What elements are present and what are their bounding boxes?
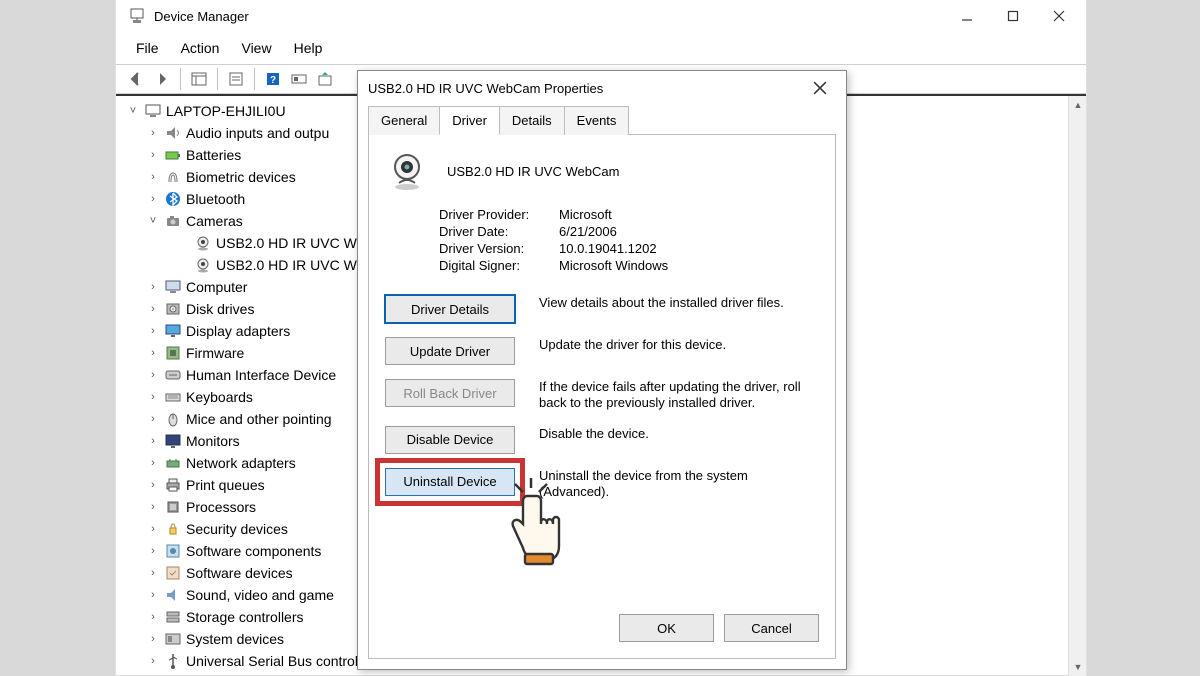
disk-icon <box>164 300 182 318</box>
titlebar: Device Manager <box>116 0 1086 32</box>
action-description: Disable the device. <box>539 426 819 442</box>
help-toolbar-button[interactable]: ? <box>261 67 285 91</box>
battery-icon <box>164 146 182 164</box>
cancel-button[interactable]: Cancel <box>724 614 819 642</box>
roll-back-driver-button: Roll Back Driver <box>385 379 515 407</box>
scroll-up-button[interactable]: ▲ <box>1069 96 1087 114</box>
system-icon <box>164 630 182 648</box>
sound-icon <box>164 586 182 604</box>
webcam-icon <box>194 234 212 252</box>
bluetooth-icon <box>164 190 182 208</box>
ok-button[interactable]: OK <box>619 614 714 642</box>
menu-action[interactable]: Action <box>171 38 230 58</box>
mouse-icon <box>164 410 182 428</box>
printer-icon <box>164 476 182 494</box>
properties-dialog: USB2.0 HD IR UVC WebCam Properties Gener… <box>357 70 847 670</box>
tab-events[interactable]: Events <box>564 106 630 135</box>
driver-info-row: Driver Date:6/21/2006 <box>439 224 819 239</box>
maximize-button[interactable] <box>990 0 1036 32</box>
driver-details-button[interactable]: Driver Details <box>385 295 515 323</box>
driver-info-row: Digital Signer:Microsoft Windows <box>439 258 819 273</box>
driver-info-row: Driver Version:10.0.19041.1202 <box>439 241 819 256</box>
scan-hardware-button[interactable] <box>287 67 311 91</box>
network-icon <box>164 454 182 472</box>
monitor-icon <box>164 432 182 450</box>
tab-driver[interactable]: Driver <box>439 106 500 135</box>
tab-details[interactable]: Details <box>499 106 565 135</box>
back-button[interactable] <box>124 67 148 91</box>
biometric-icon <box>164 168 182 186</box>
keyboard-icon <box>164 388 182 406</box>
uninstall-device-button[interactable]: Uninstall Device <box>385 468 515 496</box>
storage-icon <box>164 608 182 626</box>
action-description: If the device fails after updating the d… <box>539 379 819 412</box>
svg-text:?: ? <box>270 75 276 86</box>
swdev-icon <box>164 564 182 582</box>
webcam-icon <box>194 256 212 274</box>
menubar: File Action View Help <box>116 32 1086 64</box>
update-driver-button[interactable]: Update Driver <box>385 337 515 365</box>
update-driver-toolbar-button[interactable] <box>313 67 337 91</box>
dialog-title: USB2.0 HD IR UVC WebCam Properties <box>368 81 603 96</box>
security-icon <box>164 520 182 538</box>
device-name: USB2.0 HD IR UVC WebCam <box>447 164 619 179</box>
dialog-close-button[interactable] <box>804 72 836 104</box>
hid-icon <box>164 366 182 384</box>
minimize-button[interactable] <box>944 0 990 32</box>
forward-button[interactable] <box>150 67 174 91</box>
cpu-icon <box>164 498 182 516</box>
properties-button[interactable] <box>224 67 248 91</box>
webcam-icon <box>385 149 429 193</box>
show-hidden-button[interactable] <box>187 67 211 91</box>
action-description: View details about the installed driver … <box>539 295 819 311</box>
tab-general[interactable]: General <box>368 106 440 135</box>
menu-view[interactable]: View <box>231 38 281 58</box>
dialog-tabs: GeneralDriverDetailsEvents <box>358 105 846 134</box>
window-title: Device Manager <box>154 9 944 24</box>
audio-icon <box>164 124 182 142</box>
firmware-icon <box>164 344 182 362</box>
menu-help[interactable]: Help <box>284 38 333 58</box>
action-description: Uninstall the device from the system (Ad… <box>539 468 819 501</box>
scroll-down-button[interactable]: ▼ <box>1069 658 1087 676</box>
display-icon <box>164 322 182 340</box>
computer-icon <box>144 102 162 120</box>
camera-icon <box>164 212 182 230</box>
usb-icon <box>164 652 182 670</box>
close-button[interactable] <box>1036 0 1082 32</box>
action-description: Update the driver for this device. <box>539 337 819 353</box>
devmgr-icon <box>128 7 146 25</box>
swcomp-icon <box>164 542 182 560</box>
driver-info-row: Driver Provider:Microsoft <box>439 207 819 222</box>
computer-icon <box>164 278 182 296</box>
vertical-scrollbar[interactable]: ▲ ▼ <box>1068 96 1086 676</box>
disable-device-button[interactable]: Disable Device <box>385 426 515 454</box>
menu-file[interactable]: File <box>126 38 169 58</box>
